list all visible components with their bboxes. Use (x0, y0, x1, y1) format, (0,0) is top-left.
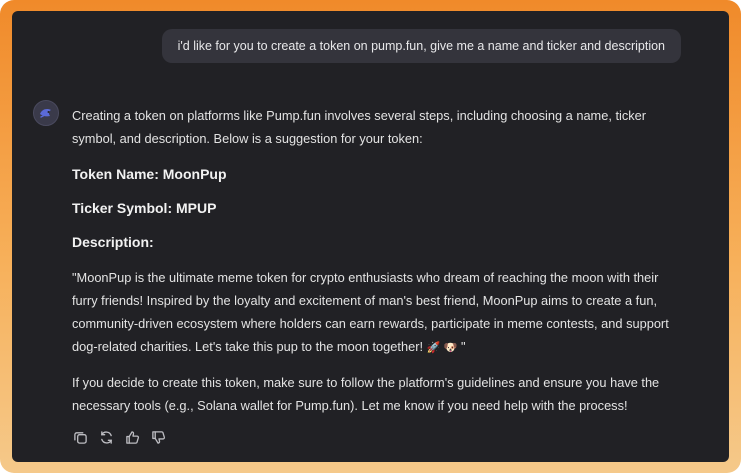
token-name-label: Token Name: (72, 166, 163, 182)
orange-frame: i'd like for you to create a token on pu… (0, 0, 741, 473)
chat-panel: i'd like for you to create a token on pu… (12, 11, 729, 462)
ticker-symbol-line: Ticker Symbol: MPUP (72, 198, 672, 218)
user-message-text: i'd like for you to create a token on pu… (177, 39, 665, 53)
description-text: "MoonPup is the ultimate meme token for … (72, 266, 672, 359)
token-name-line: Token Name: MoonPup (72, 164, 672, 184)
assistant-avatar (33, 100, 59, 126)
assistant-response: Creating a token on platforms like Pump.… (72, 104, 672, 417)
message-actions (72, 429, 166, 445)
description-close-quote: " (457, 339, 466, 354)
regenerate-icon[interactable] (98, 429, 114, 445)
thumbs-down-icon[interactable] (150, 429, 166, 445)
ticker-symbol-label: Ticker Symbol: (72, 200, 177, 216)
response-intro: Creating a token on platforms like Pump.… (72, 108, 647, 146)
thumbs-up-icon[interactable] (124, 429, 140, 445)
description-heading: Description: (72, 234, 154, 250)
ticker-symbol-value: MPUP (176, 200, 217, 216)
assistant-logo-icon (40, 109, 51, 118)
user-message-bubble: i'd like for you to create a token on pu… (161, 29, 681, 63)
description-body: "MoonPup is the ultimate meme token for … (72, 270, 669, 354)
response-closing: If you decide to create this token, make… (72, 375, 660, 413)
token-name-value: MoonPup (162, 166, 227, 182)
rocket-dog-emojis: 🚀 🐶 (426, 341, 458, 354)
copy-icon[interactable] (72, 429, 88, 445)
